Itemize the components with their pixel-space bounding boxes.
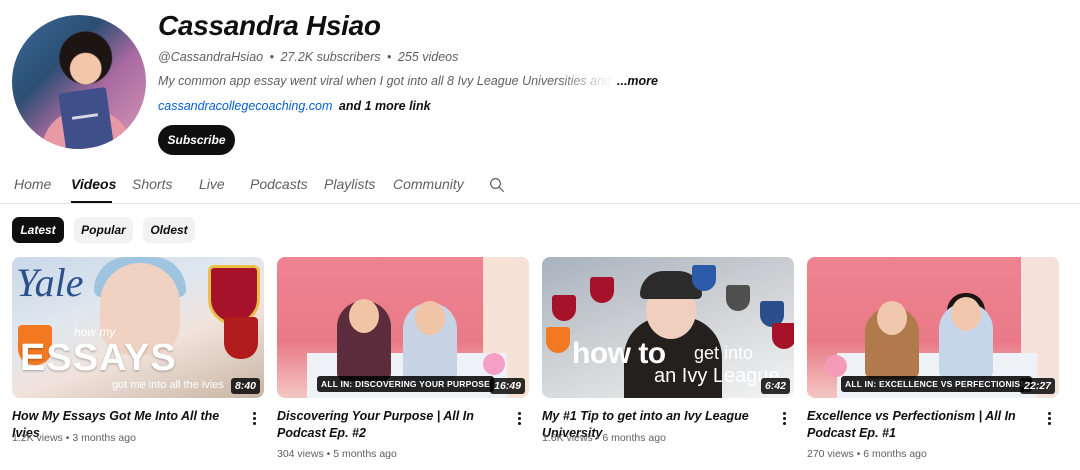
tab-playlists[interactable]: Playlists xyxy=(324,176,375,192)
upload-age: 3 months ago xyxy=(72,432,136,444)
upload-age: 6 months ago xyxy=(863,448,927,460)
harvard-logo xyxy=(552,295,576,321)
more-links-button[interactable]: and 1 more link xyxy=(339,99,431,113)
channel-links: cassandracollegecoaching.com and 1 more … xyxy=(158,99,431,113)
video-stats: 270 views • 6 months ago xyxy=(807,448,927,460)
more-vert-icon[interactable] xyxy=(783,412,787,426)
video-stats: 1.6K views • 6 months ago xyxy=(542,432,666,444)
active-tab-indicator xyxy=(71,201,112,203)
harvard-logo xyxy=(208,265,260,325)
view-count: 1.6K views xyxy=(542,432,593,444)
channel-meta: @CassandraHsiao • 27.2K subscribers • 25… xyxy=(158,50,458,64)
channel-website-link[interactable]: cassandracollegecoaching.com xyxy=(158,99,332,113)
video-duration: 22:27 xyxy=(1020,378,1055,394)
video-stats: 304 views • 5 months ago xyxy=(277,448,397,460)
channel-handle: @CassandraHsiao xyxy=(158,50,264,64)
tab-live[interactable]: Live xyxy=(199,176,225,192)
description-text: My common app essay went viral when I go… xyxy=(158,74,613,88)
cornell-logo xyxy=(726,285,750,311)
tab-community[interactable]: Community xyxy=(393,176,464,192)
stanford-logo xyxy=(224,317,258,359)
thumb-art xyxy=(415,301,445,335)
thumb-art xyxy=(951,297,981,331)
stat-separator: • xyxy=(65,432,70,444)
thumb-text: ESSAYS xyxy=(20,337,177,379)
columbia-logo xyxy=(692,265,716,291)
video-thumbnail[interactable]: ALL IN: EXCELLENCE VS PERFECTIONISM 22:2… xyxy=(807,257,1059,398)
thumb-art xyxy=(483,353,505,375)
tab-shorts[interactable]: Shorts xyxy=(132,176,172,192)
view-count: 304 views xyxy=(277,448,324,460)
thumb-art xyxy=(349,299,379,333)
harvard-logo xyxy=(590,277,614,303)
tab-home[interactable]: Home xyxy=(14,176,51,192)
more-vert-icon[interactable] xyxy=(253,412,257,426)
channel-tabs: Home Videos Shorts Live Podcasts Playlis… xyxy=(0,172,1080,204)
tab-videos[interactable]: Videos xyxy=(71,176,116,192)
video-duration: 16:49 xyxy=(490,378,525,394)
avatar-book xyxy=(58,86,114,149)
thumb-text: get into xyxy=(694,343,754,363)
chip-oldest[interactable]: Oldest xyxy=(143,217,195,243)
stat-separator: • xyxy=(856,448,861,460)
view-count: 1.2K views xyxy=(12,432,63,444)
thumb-yale-text: Yale xyxy=(16,260,84,305)
meta-separator: • xyxy=(269,50,274,64)
channel-avatar[interactable] xyxy=(12,15,146,149)
thumb-label: ALL IN: DISCOVERING YOUR PURPOSE xyxy=(317,376,495,392)
thumb-text: how to xyxy=(572,337,666,370)
thumb-art xyxy=(877,301,907,335)
video-thumbnail[interactable]: how to get into an Ivy League 6:42 xyxy=(542,257,794,398)
video-stats: 1.2K views • 3 months ago xyxy=(12,432,136,444)
upload-age: 6 months ago xyxy=(602,432,666,444)
thumb-label: ALL IN: EXCELLENCE VS PERFECTIONISM xyxy=(841,376,1032,392)
video-thumbnail[interactable]: ALL IN: DISCOVERING YOUR PURPOSE 16:49 xyxy=(277,257,529,398)
channel-description[interactable]: My common app essay went viral when I go… xyxy=(158,74,658,88)
more-vert-icon[interactable] xyxy=(1048,412,1052,426)
stat-separator: • xyxy=(595,432,600,444)
penn-logo xyxy=(772,323,794,349)
view-count: 270 views xyxy=(807,448,854,460)
video-title[interactable]: Excellence vs Perfectionism | All In Pod… xyxy=(807,408,1039,442)
description-more-button[interactable]: ...more xyxy=(617,74,658,88)
chip-popular[interactable]: Popular xyxy=(74,217,133,243)
channel-name: Cassandra Hsiao xyxy=(158,10,381,41)
video-thumbnail[interactable]: Yale how my ESSAYS got me into all the i… xyxy=(12,257,264,398)
subscribe-button[interactable]: Subscribe xyxy=(158,125,235,155)
princeton-logo xyxy=(546,327,570,353)
chip-latest[interactable]: Latest xyxy=(12,217,64,243)
upload-age: 5 months ago xyxy=(333,448,397,460)
thumb-art xyxy=(825,355,847,377)
more-vert-icon[interactable] xyxy=(518,412,522,426)
tab-podcasts[interactable]: Podcasts xyxy=(250,176,308,192)
video-title[interactable]: Discovering Your Purpose | All In Podcas… xyxy=(277,408,509,442)
subscriber-count: 27.2K subscribers xyxy=(280,50,381,64)
video-duration: 8:40 xyxy=(230,378,260,394)
search-icon[interactable] xyxy=(488,176,506,194)
thumb-text: got me into all the ivies xyxy=(112,379,224,391)
video-duration: 6:42 xyxy=(760,378,790,394)
video-count: 255 videos xyxy=(397,50,459,64)
stat-separator: • xyxy=(326,448,331,460)
meta-separator: • xyxy=(387,50,392,64)
